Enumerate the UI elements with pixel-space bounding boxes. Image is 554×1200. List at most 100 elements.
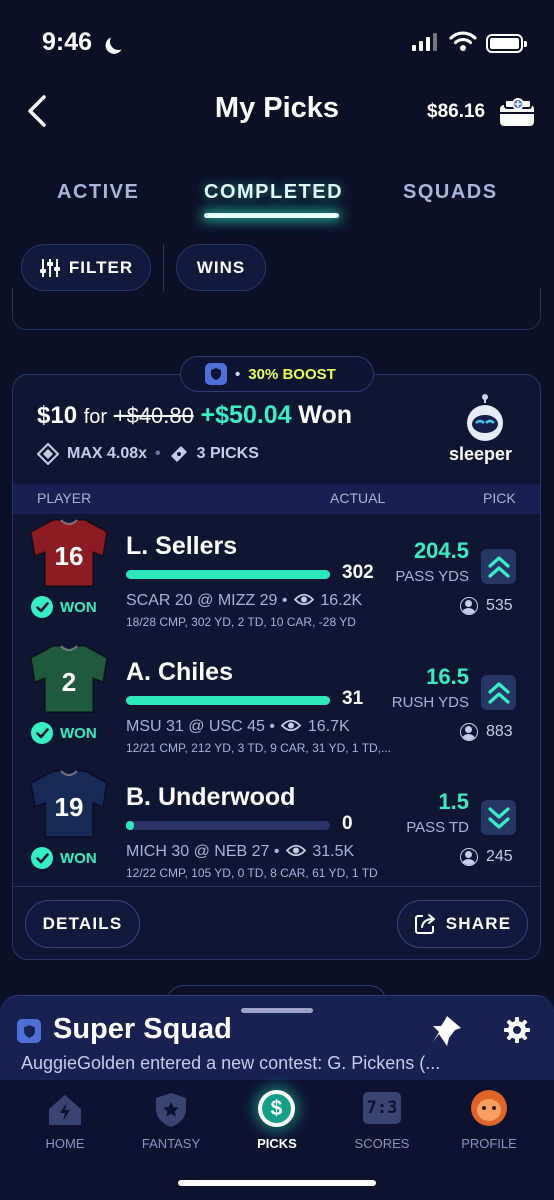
view-count: 16.7K <box>307 718 350 735</box>
player-name[interactable]: A. Chiles <box>126 658 233 687</box>
tab-picks-label[interactable]: PICKS <box>227 1136 327 1151</box>
squad-title: Super Squad <box>53 1013 232 1045</box>
player-jersey-icon: 16 <box>30 519 108 587</box>
previous-card-edge <box>12 288 541 330</box>
tab-scores-label[interactable]: SCORES <box>332 1136 432 1151</box>
progress-fill <box>126 570 330 579</box>
eye-icon <box>285 844 307 857</box>
column-player: PLAYER <box>37 490 92 506</box>
column-pick: PICK <box>483 490 516 506</box>
pick-line-value: 204.5 <box>413 538 469 563</box>
check-icon <box>31 722 53 744</box>
pick-line-value: 1.5 <box>438 789 469 814</box>
result-label: WON <box>60 849 97 867</box>
eye-icon <box>293 593 315 606</box>
pin-icon[interactable] <box>431 1014 463 1048</box>
chip-divider <box>163 244 164 291</box>
ticket-icon <box>170 446 187 462</box>
player-name[interactable]: L. Sellers <box>126 532 237 561</box>
card-footer-divider <box>13 886 540 887</box>
game-score: MSU 31 @ USC 45 • 16.7K <box>126 718 350 736</box>
check-icon <box>31 596 53 618</box>
game-matchup: MICH 30 @ NEB 27 • <box>126 843 280 860</box>
pick-stat-type: RUSH YDS <box>391 694 469 711</box>
view-count: 16.2K <box>320 592 363 609</box>
player-jersey-icon: 19 <box>30 770 108 838</box>
details-label: DETAILS <box>42 914 123 933</box>
progress-fill <box>126 696 330 705</box>
picks-count: 3 PICKS <box>196 445 259 462</box>
avatar-icon[interactable] <box>471 1090 507 1126</box>
tab-active[interactable]: ACTIVE <box>57 181 139 204</box>
active-tab-indicator <box>204 213 339 218</box>
result-label: WON <box>60 724 97 742</box>
person-icon <box>460 597 478 615</box>
result-label: WON <box>60 598 97 616</box>
progress-track <box>126 821 330 830</box>
for-word: for <box>83 406 108 428</box>
pickers-count: 245 <box>460 848 513 866</box>
boost-badge: • 30% BOOST <box>180 356 374 392</box>
home-icon[interactable] <box>47 1093 83 1127</box>
signal-icon <box>412 33 437 51</box>
tab-home-label[interactable]: HOME <box>15 1136 115 1151</box>
max-multiplier: MAX 4.08x <box>67 445 148 462</box>
game-score: MICH 30 @ NEB 27 • 31.5K <box>126 843 354 861</box>
shield-icon <box>205 363 227 385</box>
diamond-icon <box>37 443 59 465</box>
pick-line-value: 16.5 <box>426 664 469 689</box>
wifi-icon <box>449 31 477 51</box>
boost-label: 30% BOOST <box>248 365 336 383</box>
entry-amount: $10 <box>37 402 78 429</box>
dollar-icon[interactable]: $ <box>258 1090 295 1127</box>
share-icon <box>414 914 435 934</box>
game-matchup: MSU 31 @ USC 45 • <box>126 718 275 735</box>
tab-fantasy-label[interactable]: FANTASY <box>121 1136 221 1151</box>
shield-star-icon[interactable] <box>153 1091 189 1129</box>
person-icon <box>460 723 478 741</box>
squad-message: AuggieGolden entered a new contest: G. P… <box>21 1053 441 1073</box>
balance-amount[interactable]: $86.16 <box>427 101 485 123</box>
scoreboard-icon[interactable]: 7:3 <box>363 1092 401 1124</box>
pick-stat-type: PASS YDS <box>395 568 469 585</box>
player-name[interactable]: B. Underwood <box>126 783 295 812</box>
entry-meta: MAX 4.08x • 3 PICKS <box>37 443 259 465</box>
pickers-count: 535 <box>460 597 513 615</box>
less-arrow-icon[interactable] <box>481 800 516 835</box>
won-word: Won <box>298 401 352 429</box>
jersey-number: 16 <box>55 541 84 571</box>
moon-icon <box>109 32 129 52</box>
drawer-handle[interactable] <box>241 1008 313 1013</box>
more-arrow-icon[interactable] <box>481 549 516 584</box>
boost-bullet: • <box>235 365 241 383</box>
meta-separator: • <box>155 445 161 462</box>
entry-summary: $10 for +$40.80 +$50.04 Won <box>37 401 352 430</box>
details-button[interactable]: DETAILS <box>25 900 140 948</box>
settings-gear-icon[interactable] <box>503 1016 531 1044</box>
sliders-icon <box>39 258 60 277</box>
more-arrow-icon[interactable] <box>481 675 516 710</box>
eye-icon <box>281 719 302 732</box>
tab-squads[interactable]: SQUADS <box>403 181 498 204</box>
wallet-icon[interactable] <box>498 96 538 128</box>
filter-label: FILTER <box>68 257 134 277</box>
pick-stat-type: PASS TD <box>406 819 469 836</box>
platform-name: sleeper <box>449 444 513 464</box>
original-payout: +$40.80 <box>113 403 194 428</box>
tab-profile-label[interactable]: PROFILE <box>439 1136 539 1151</box>
result-badge: WON <box>31 847 97 869</box>
player-stat-line: 18/28 CMP, 302 YD, 2 TD, 10 CAR, -28 YD <box>126 615 356 629</box>
result-badge: WON <box>31 722 97 744</box>
progress-track <box>126 570 330 579</box>
won-amount: +$50.04 <box>200 401 292 429</box>
jersey-number: 2 <box>62 667 76 697</box>
tab-completed[interactable]: COMPLETED <box>204 181 343 204</box>
share-button[interactable]: SHARE <box>397 900 528 948</box>
wins-filter-chip[interactable]: WINS <box>176 244 266 291</box>
filter-button[interactable]: FILTER <box>21 244 151 291</box>
game-matchup: SCAR 20 @ MIZZ 29 • <box>126 592 288 609</box>
home-indicator <box>178 1180 376 1186</box>
pickers-number: 245 <box>486 848 513 865</box>
pickers-number: 535 <box>486 597 513 614</box>
pickers-count: 883 <box>460 723 513 741</box>
